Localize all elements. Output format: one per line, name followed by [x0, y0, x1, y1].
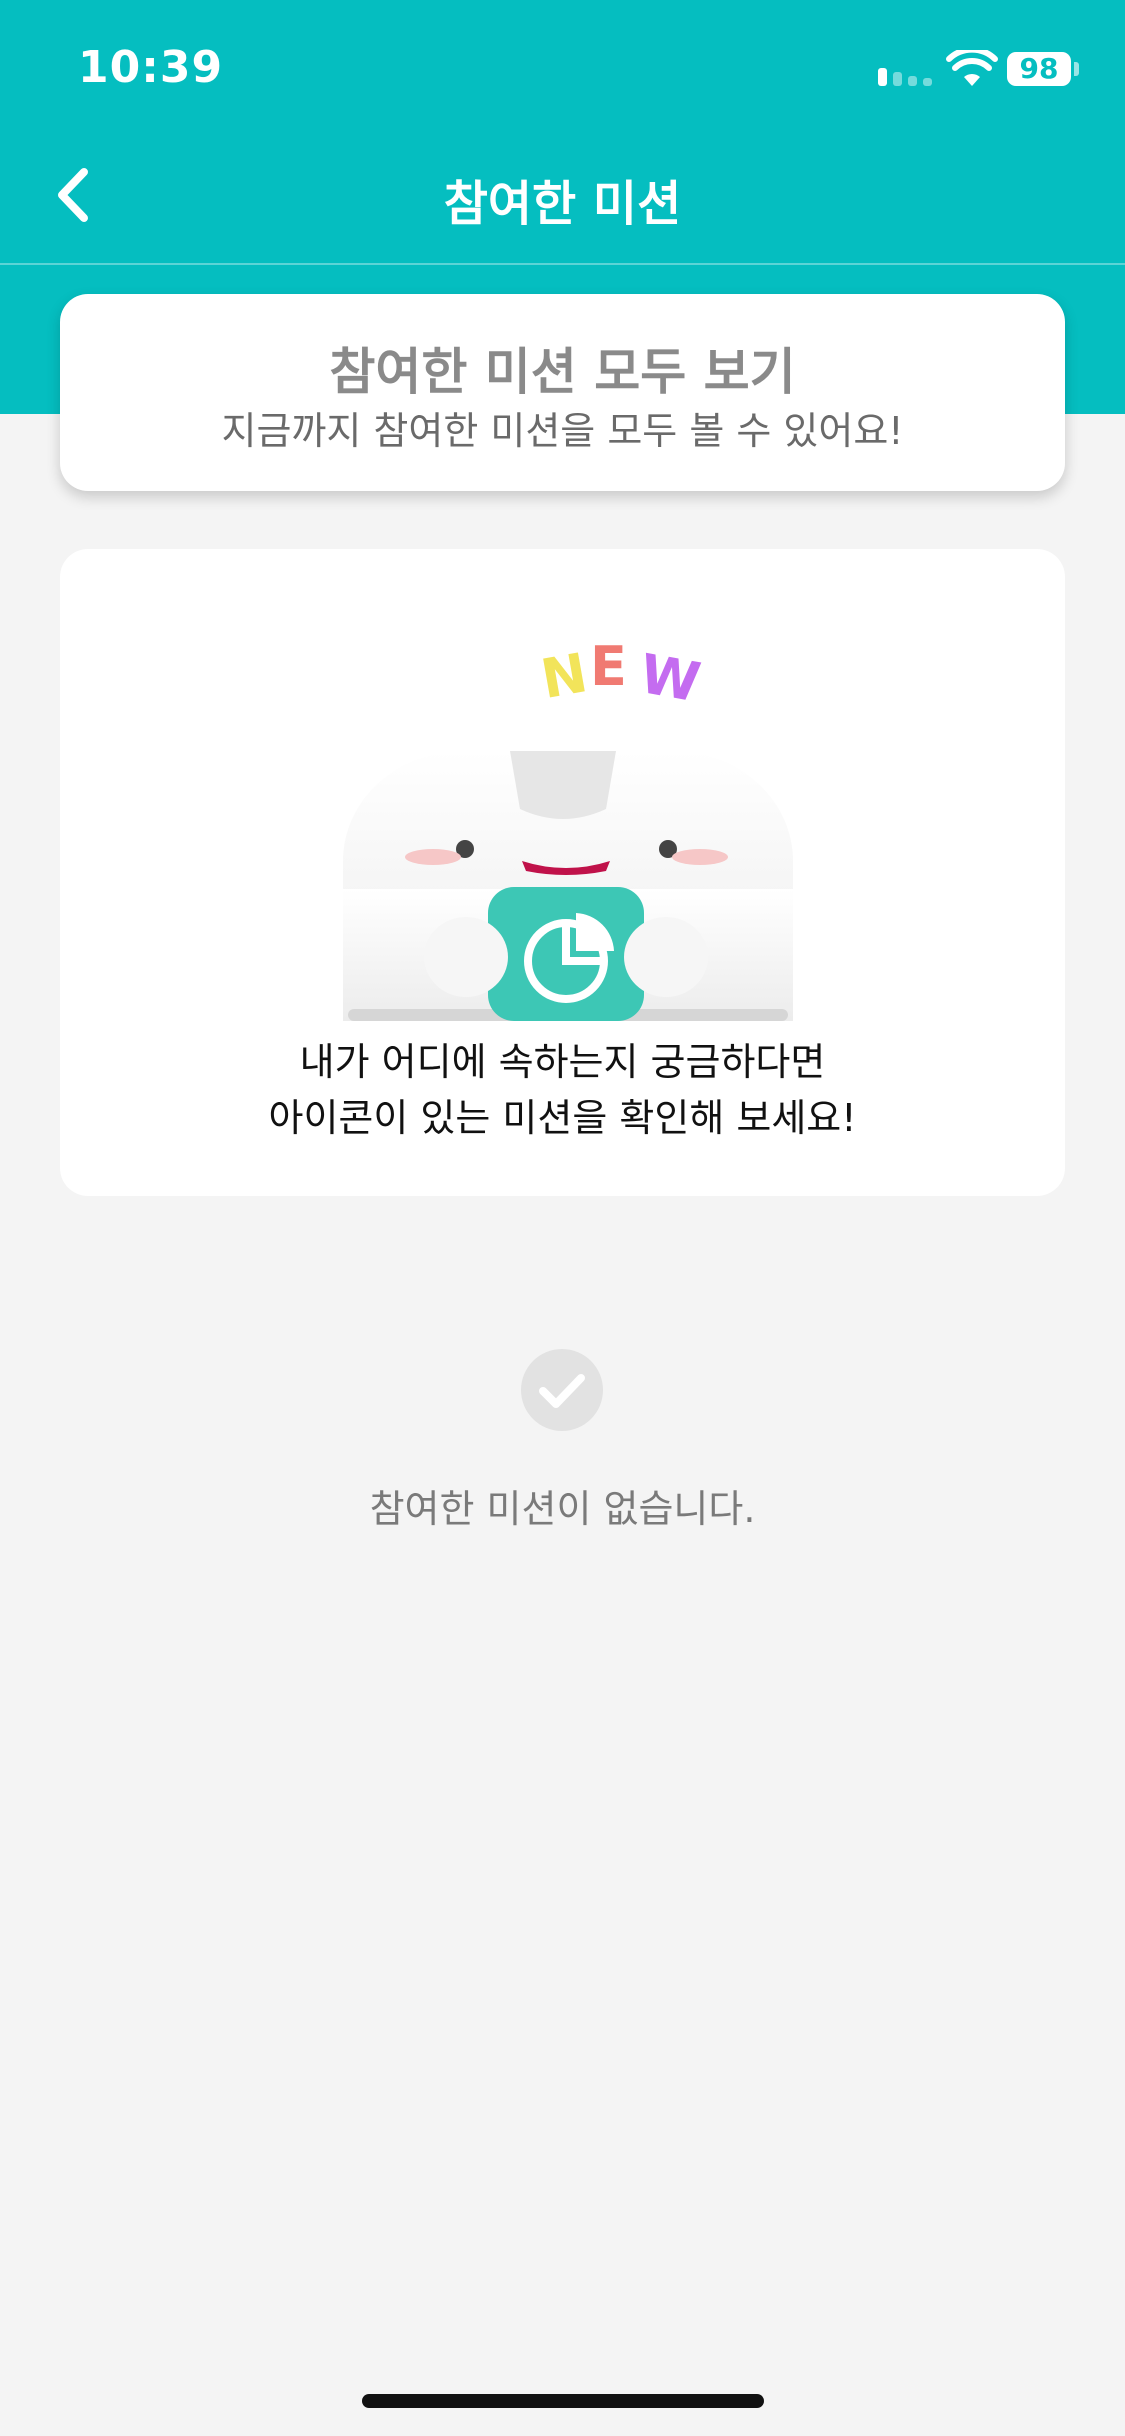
status-time: 10:39	[78, 42, 224, 93]
view-all-missions-button[interactable]: 참여한 미션 모두 보기 지금까지 참여한 미션을 모두 볼 수 있어요!	[60, 294, 1065, 491]
svg-text:N: N	[536, 641, 591, 711]
info-message: 내가 어디에 속하는지 궁금하다면 아이콘이 있는 미션을 확인해 보세요!	[60, 1034, 1065, 1146]
svg-text:W: W	[635, 642, 705, 714]
empty-state-message: 참여한 미션이 없습니다.	[369, 1487, 756, 1531]
cellular-signal-icon	[878, 66, 936, 86]
info-card: N E W 내가 어디에 속하는지 궁금하다면 아이콘이 있는 미션을 확인해 …	[60, 549, 1065, 1196]
status-bar: 10:39 98	[0, 0, 1125, 130]
page-title: 참여한 미션	[443, 176, 682, 232]
battery-cap	[1074, 62, 1079, 76]
view-all-title: 참여한 미션 모두 보기	[329, 343, 796, 401]
info-line-1: 내가 어디에 속하는지 궁금하다면	[299, 1040, 826, 1084]
tooth-mascot-illustration: N E W	[343, 635, 793, 1021]
view-all-subtitle: 지금까지 참여한 미션을 모두 볼 수 있어요!	[221, 409, 904, 453]
info-line-2: 아이콘이 있는 미션을 확인해 보세요!	[268, 1096, 857, 1140]
svg-text:E: E	[590, 635, 627, 698]
home-indicator[interactable]	[362, 2394, 764, 2408]
navigation-bar: 참여한 미션	[0, 130, 1125, 264]
checkmark-circle-icon	[521, 1349, 603, 1431]
nav-divider	[0, 263, 1125, 265]
battery-icon: 98	[1007, 52, 1071, 86]
new-badge: N E W	[536, 635, 704, 714]
wifi-icon	[946, 50, 998, 86]
